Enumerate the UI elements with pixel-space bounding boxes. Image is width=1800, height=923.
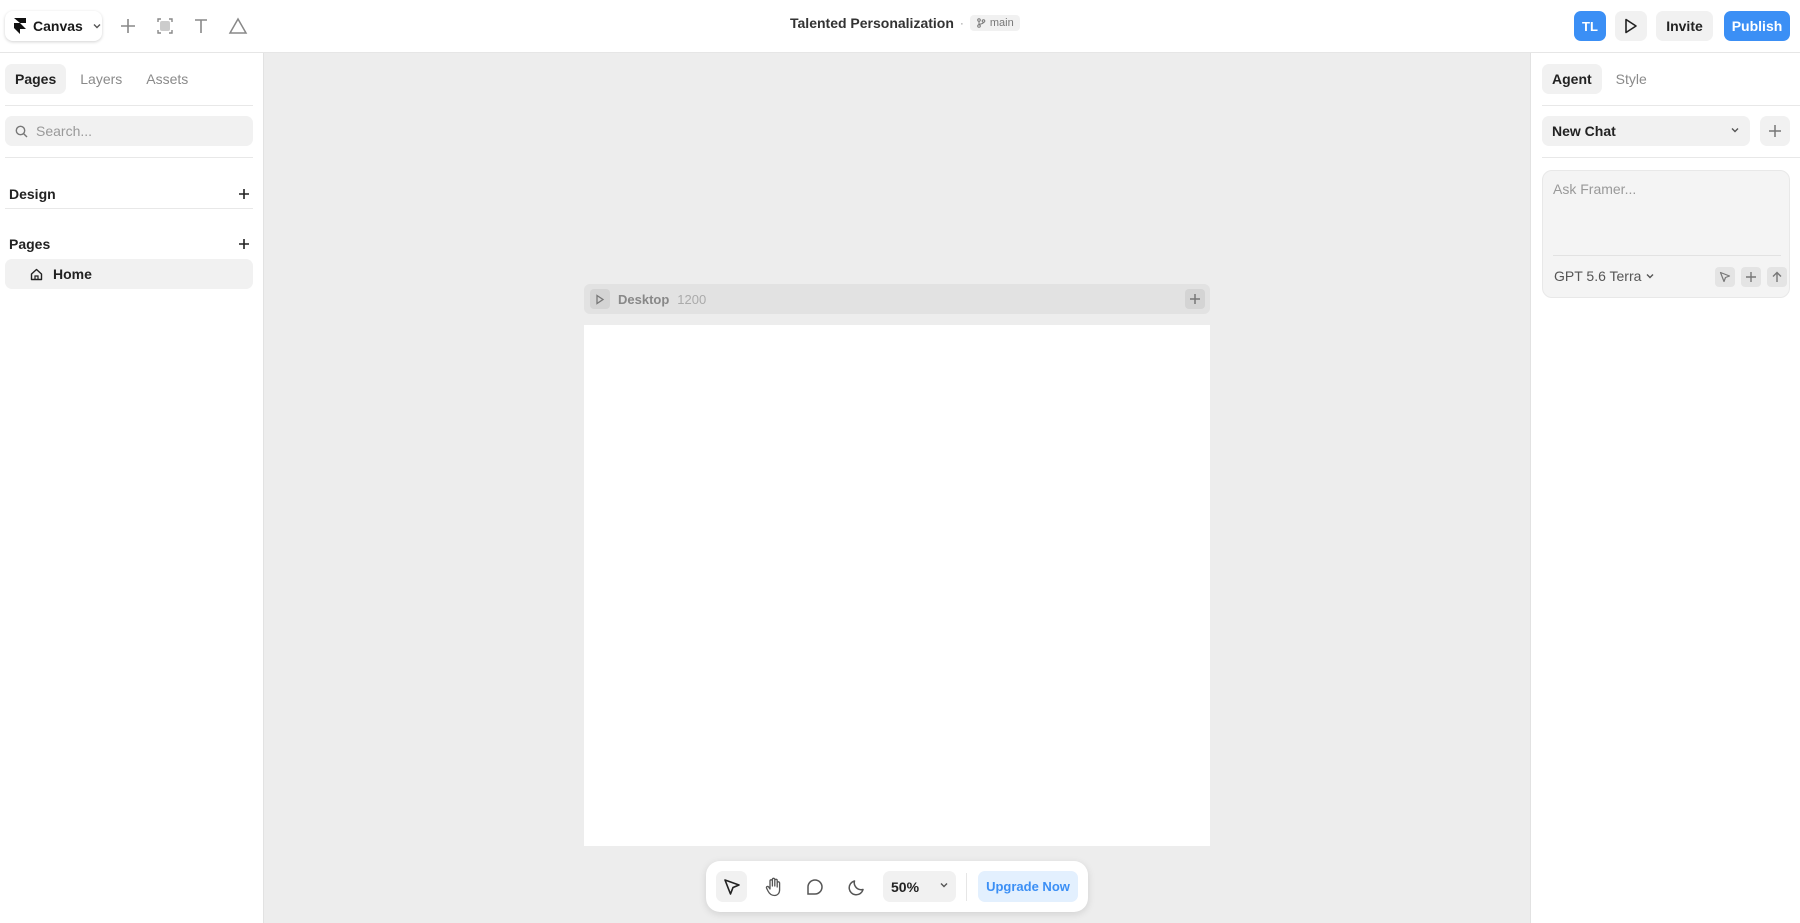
left-panel: Pages Layers Assets Design Pages Home (0, 53, 264, 923)
divider (5, 208, 253, 209)
branch-icon (977, 18, 986, 28)
project-title[interactable]: Talented Personalization (790, 15, 954, 31)
project-title-bar: Talented Personalization · main (790, 15, 1020, 31)
chat-select[interactable]: New Chat (1542, 116, 1750, 146)
divider (5, 105, 253, 106)
desktop-frame[interactable] (584, 325, 1210, 846)
add-page-plus-icon[interactable] (235, 235, 253, 253)
select-element-button[interactable] (1715, 267, 1735, 287)
ask-input[interactable] (1553, 181, 1779, 241)
pages-section-title: Pages (9, 236, 51, 252)
frame-width: 1200 (677, 291, 707, 307)
plus-icon (1769, 125, 1781, 137)
home-icon (30, 268, 43, 280)
tab-style[interactable]: Style (1606, 64, 1657, 94)
ask-divider (1553, 255, 1781, 256)
publish-button[interactable]: Publish (1724, 11, 1790, 41)
upgrade-now-button[interactable]: Upgrade Now (978, 871, 1078, 902)
right-tabs: Agent Style (1542, 64, 1657, 94)
frame-header[interactable]: Desktop 1200 (584, 284, 1210, 314)
pointer-icon (723, 878, 740, 895)
insert-plus-icon[interactable] (115, 13, 141, 39)
ask-box: GPT 5.6 Terra (1542, 170, 1790, 298)
tab-agent[interactable]: Agent (1542, 64, 1602, 94)
left-tabs: Pages Layers Assets (5, 64, 198, 94)
tab-assets[interactable]: Assets (136, 64, 198, 94)
bottom-toolbar: 50% Upgrade Now (706, 861, 1088, 912)
divider (1542, 157, 1800, 158)
hand-icon (765, 877, 780, 896)
frame-preview-play-icon[interactable] (590, 289, 610, 309)
search-icon (15, 125, 28, 137)
model-name: GPT 5.6 Terra (1554, 268, 1642, 284)
pages-section: Pages (9, 233, 253, 255)
add-breakpoint-plus-icon[interactable] (1185, 289, 1205, 309)
plus-icon (1746, 272, 1756, 282)
design-section-title[interactable]: Design (9, 186, 56, 202)
invite-button[interactable]: Invite (1656, 11, 1713, 41)
text-tool-icon[interactable] (188, 13, 214, 39)
chevron-down-icon (940, 883, 948, 888)
design-section: Design (9, 183, 253, 205)
send-button[interactable] (1767, 267, 1787, 287)
avatar[interactable]: TL (1574, 11, 1606, 41)
canvas-menu-button[interactable]: Canvas (5, 11, 102, 41)
toolbar-divider (966, 873, 967, 901)
frame-tool-icon[interactable] (152, 13, 178, 39)
chevron-down-icon (93, 24, 101, 29)
zoom-select[interactable]: 50% (883, 871, 956, 902)
search-box[interactable] (5, 116, 253, 146)
hand-tool-button[interactable] (758, 871, 789, 902)
preview-button[interactable] (1615, 11, 1647, 41)
search-input[interactable] (36, 123, 236, 139)
dark-mode-button[interactable] (841, 871, 872, 902)
right-panel: Agent Style New Chat GPT 5.6 Terra (1530, 53, 1800, 923)
branch-badge[interactable]: main (969, 15, 1020, 31)
select-tool-button[interactable] (716, 871, 747, 902)
new-chat-button[interactable] (1760, 116, 1790, 146)
attach-button[interactable] (1741, 267, 1761, 287)
pointer-icon (1719, 271, 1731, 283)
chevron-down-icon (1731, 128, 1739, 133)
moon-icon (848, 879, 864, 895)
page-item-label: Home (53, 266, 92, 282)
divider (1542, 105, 1800, 106)
canvas-menu-label: Canvas (33, 18, 83, 34)
zoom-value: 50% (891, 878, 920, 895)
model-select[interactable]: GPT 5.6 Terra (1554, 268, 1655, 284)
arrow-up-icon (1772, 271, 1782, 282)
comment-tool-button[interactable] (799, 871, 830, 902)
vector-tool-icon[interactable] (225, 13, 251, 39)
branch-name: main (989, 17, 1014, 29)
play-icon (1625, 18, 1637, 34)
page-item-home[interactable]: Home (5, 259, 253, 289)
add-design-plus-icon[interactable] (235, 185, 253, 203)
chevron-down-icon (1646, 274, 1654, 279)
chat-select-value: New Chat (1552, 123, 1616, 139)
tab-layers[interactable]: Layers (70, 64, 132, 94)
divider (5, 157, 253, 158)
tab-pages[interactable]: Pages (5, 64, 67, 94)
frame-name: Desktop (618, 291, 670, 307)
title-separator: · (959, 16, 964, 30)
top-bar: Canvas Talented Personalization · main T… (0, 0, 1800, 53)
framer-logo-icon (14, 18, 26, 34)
comment-icon (806, 878, 823, 895)
